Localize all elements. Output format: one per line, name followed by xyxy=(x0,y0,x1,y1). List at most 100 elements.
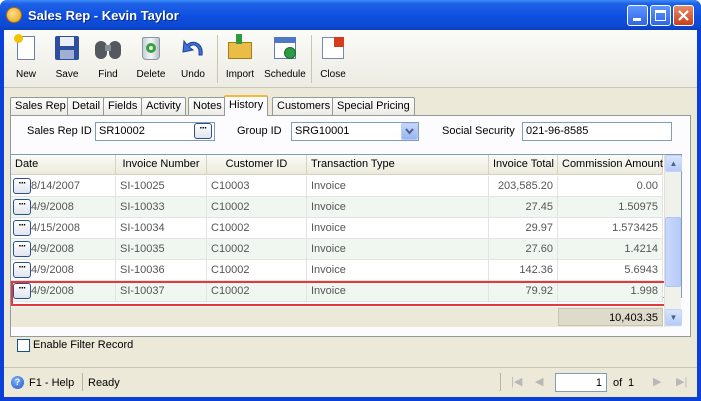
toolbar: New Save Find Delete Undo Import Schedul… xyxy=(4,30,697,88)
table-row[interactable]: ··· 4/9/2008 SI-10035 C10002 Invoice 27.60 1.4… xyxy=(11,239,663,260)
tab-customers[interactable]: Customers xyxy=(272,97,336,115)
invoice-total-cell: 79.92 xyxy=(489,281,558,302)
transaction-type-cell: Invoice xyxy=(307,176,489,197)
column-header-date[interactable]: Date xyxy=(11,155,116,175)
history-grid[interactable]: Date Invoice Number Customer ID Transact… xyxy=(10,154,682,327)
last-page-icon[interactable]: ▶| xyxy=(676,375,687,388)
filter-checkbox[interactable] xyxy=(17,339,30,352)
close-window-button[interactable] xyxy=(673,5,694,26)
table-row[interactable]: ··· 4/9/2008 SI-10033 C10002 Invoice 27.45 1.5… xyxy=(11,197,663,218)
first-page-icon[interactable]: |◀ xyxy=(511,375,522,388)
tab-history[interactable]: History xyxy=(224,95,269,116)
sales-rep-window: Sales Rep - Kevin Taylor New Save Find D… xyxy=(0,0,701,401)
grid-vertical-scrollbar[interactable]: ▲ ▼ xyxy=(664,155,682,327)
customer-id-cell: C10002 xyxy=(207,218,307,239)
date-cell: 8/14/2007 xyxy=(27,176,116,197)
minimize-button[interactable] xyxy=(627,5,648,26)
previous-page-icon[interactable]: ◀ xyxy=(535,375,543,388)
close-form-icon xyxy=(318,33,348,63)
date-cell: 4/9/2008 xyxy=(27,239,116,260)
invoice-total-cell: 27.60 xyxy=(489,239,558,260)
commission-amount-cell: 1.573425 xyxy=(558,218,663,239)
grid-header: Date Invoice Number Customer ID Transact… xyxy=(11,155,663,175)
toolbar-separator xyxy=(311,35,312,83)
minimize-icon xyxy=(633,18,641,21)
column-header-transaction-type[interactable]: Transaction Type xyxy=(307,155,489,175)
group-id-dropdown-button[interactable] xyxy=(401,123,418,140)
page-number-input[interactable]: 1 xyxy=(555,373,607,392)
import-button[interactable]: Import xyxy=(220,33,260,87)
close-button[interactable]: Close xyxy=(313,33,353,87)
tab-special-pricing[interactable]: Special Pricing xyxy=(332,97,415,115)
commission-amount-cell: 1.998 xyxy=(558,281,663,302)
scroll-thumb[interactable] xyxy=(665,217,681,287)
schedule-button[interactable]: Schedule xyxy=(263,33,307,87)
invoice-total-cell: 29.97 xyxy=(489,218,558,239)
tab-notes[interactable]: Notes xyxy=(188,97,227,115)
window-title: Sales Rep - Kevin Taylor xyxy=(28,8,179,23)
tab-activity[interactable]: Activity xyxy=(141,97,186,115)
help-icon: ? xyxy=(11,376,24,389)
invoice-number-cell: SI-10033 xyxy=(116,197,207,218)
tab-detail[interactable]: Detail xyxy=(67,97,106,115)
invoice-number-cell: SI-10036 xyxy=(116,260,207,281)
transaction-type-cell: Invoice xyxy=(307,197,489,218)
status-text: Ready xyxy=(88,377,120,389)
column-header-invoice-total[interactable]: Invoice Total xyxy=(489,155,558,175)
next-page-icon[interactable]: ▶ xyxy=(653,375,661,388)
invoice-number-cell: SI-10025 xyxy=(116,176,207,197)
group-id-select[interactable]: SRG10001 xyxy=(291,122,419,141)
customer-id-cell: C10002 xyxy=(207,281,307,302)
sales-rep-lookup-button[interactable]: ··· xyxy=(194,123,212,139)
new-document-icon xyxy=(11,33,41,63)
customer-id-cell: C10002 xyxy=(207,197,307,218)
date-cell: 4/9/2008 xyxy=(27,197,116,218)
import-folder-icon xyxy=(225,33,255,63)
scroll-down-button[interactable]: ▼ xyxy=(665,309,682,326)
commission-amount-cell: 1.50975 xyxy=(558,197,663,218)
new-button[interactable]: New xyxy=(6,33,46,87)
help-shortcut[interactable]: F1 - Help xyxy=(29,377,74,389)
invoice-number-cell: SI-10035 xyxy=(116,239,207,260)
invoice-total-cell: 142.36 xyxy=(489,260,558,281)
page-of-label: of xyxy=(613,377,623,389)
status-divider xyxy=(82,373,83,391)
recycle-bin-icon xyxy=(136,33,166,63)
find-button[interactable]: Find xyxy=(88,33,128,87)
transaction-type-cell: Invoice xyxy=(307,260,489,281)
toolbar-separator xyxy=(217,35,218,83)
invoice-total-cell: 27.45 xyxy=(489,197,558,218)
customer-id-cell: C10003 xyxy=(207,176,307,197)
page-count: 1 xyxy=(628,377,635,389)
table-row[interactable]: ··· 4/9/2008 SI-10036 C10002 Invoice 142.36 5.… xyxy=(11,260,663,281)
delete-button[interactable]: Delete xyxy=(131,33,171,87)
floppy-disk-icon xyxy=(52,33,82,63)
tab-fields[interactable]: Fields xyxy=(103,97,143,115)
table-row[interactable]: ··· 4/9/2008 SI-10037 C10002 Invoice 79.92 1.9… xyxy=(11,281,663,302)
chevron-down-icon xyxy=(405,128,414,135)
customer-id-cell: C10002 xyxy=(207,239,307,260)
sales-rep-id-label: Sales Rep ID xyxy=(27,125,92,137)
tab-sales-rep[interactable]: Sales Rep xyxy=(10,97,71,115)
column-header-customer-id[interactable]: Customer ID xyxy=(207,155,307,175)
column-header-commission-amount[interactable]: Commission Amount xyxy=(558,155,663,175)
column-header-invoice-number[interactable]: Invoice Number xyxy=(116,155,207,175)
title-bar[interactable]: Sales Rep - Kevin Taylor xyxy=(0,0,701,30)
invoice-number-cell: SI-10037 xyxy=(116,281,207,302)
social-security-label: Social Security xyxy=(442,125,515,137)
transaction-type-cell: Invoice xyxy=(307,239,489,260)
save-button[interactable]: Save xyxy=(47,33,87,87)
transaction-type-cell: Invoice xyxy=(307,218,489,239)
status-divider xyxy=(500,373,501,391)
social-security-field[interactable]: 021-96-8585 xyxy=(522,122,672,141)
commission-amount-cell: 1.4214 xyxy=(558,239,663,260)
customer-id-cell: C10002 xyxy=(207,260,307,281)
maximize-button[interactable] xyxy=(650,5,671,26)
commission-amount-cell: 5.6943 xyxy=(558,260,663,281)
commission-amount-cell: 0.00 xyxy=(558,176,663,197)
undo-button[interactable]: Undo xyxy=(173,33,213,87)
date-cell: 4/15/2008 xyxy=(27,218,116,239)
scroll-up-button[interactable]: ▲ xyxy=(665,155,682,172)
table-row[interactable]: ··· 8/14/2007 SI-10025 C10003 Invoice 203,585… xyxy=(11,176,663,197)
table-row[interactable]: ··· 4/15/2008 SI-10034 C10002 Invoice 29.97 1.… xyxy=(11,218,663,239)
